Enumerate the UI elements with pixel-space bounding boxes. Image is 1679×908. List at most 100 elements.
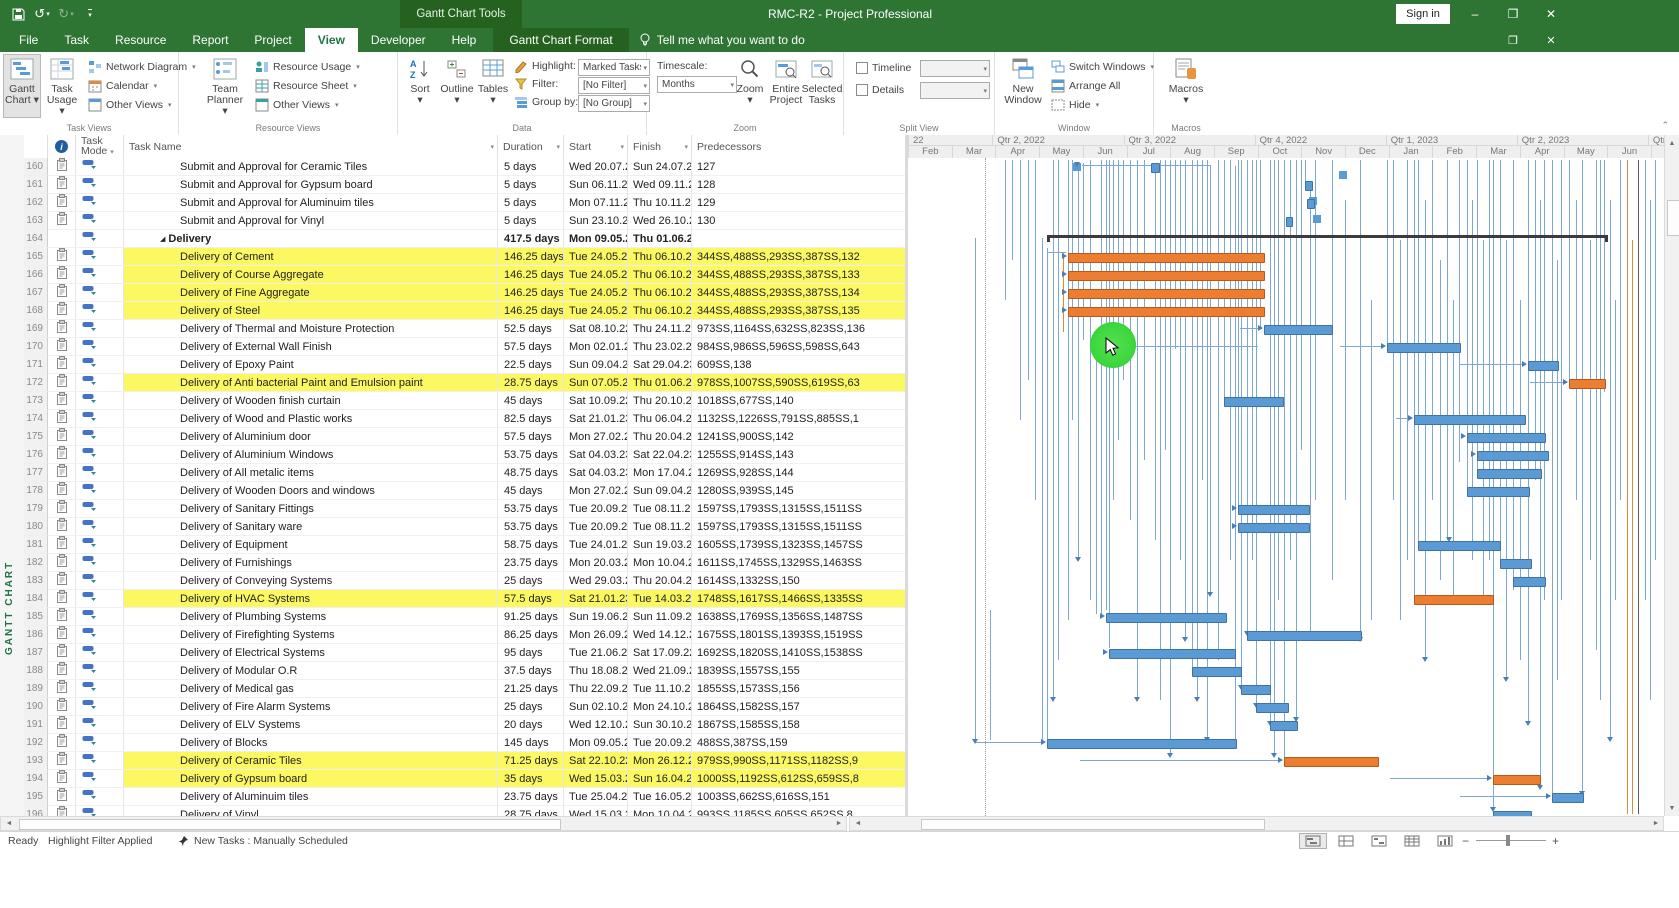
task-mode-cell[interactable] xyxy=(76,374,124,392)
start-cell[interactable]: Tue 25.04.23 xyxy=(564,788,628,806)
start-cell[interactable]: Sun 23.10.22 xyxy=(564,212,628,230)
details-checkbox[interactable]: Details xyxy=(856,82,904,98)
row-number[interactable]: 190 xyxy=(24,698,48,716)
predecessors-cell[interactable]: 1280SS,939SS,145 xyxy=(692,482,905,500)
finish-cell[interactable]: Mon 24.10.2 xyxy=(628,698,692,716)
row-number[interactable]: 178 xyxy=(24,482,48,500)
start-cell[interactable]: Sun 06.11.22 xyxy=(564,176,628,194)
task-name-cell[interactable]: Delivery of Wood and Plastic works xyxy=(124,410,498,428)
resource-usage-button[interactable]: Resource Usage▾ xyxy=(255,59,360,75)
task-name-cell[interactable]: Delivery of All metalic items xyxy=(124,464,498,482)
info-cell[interactable] xyxy=(48,644,76,662)
row-number[interactable]: 196 xyxy=(24,806,48,816)
start-cell[interactable]: Tue 20.09.22 xyxy=(564,518,628,536)
task-mode-cell[interactable] xyxy=(76,806,124,816)
duration-cell[interactable]: 146.25 days xyxy=(498,302,564,320)
start-cell[interactable]: Wed 15.03.2 xyxy=(564,806,628,816)
predecessors-cell[interactable]: 1003SS,662SS,616SS,151 xyxy=(692,788,905,806)
duration-cell[interactable]: 145 days xyxy=(498,734,564,752)
duration-cell[interactable]: 48.75 days xyxy=(498,464,564,482)
row-number[interactable]: 172 xyxy=(24,374,48,392)
task-bar[interactable] xyxy=(1477,451,1549,461)
sign-in-button[interactable]: Sign in xyxy=(1396,4,1450,24)
predecessors-cell[interactable]: 344SS,488SS,293SS,387SS,135 xyxy=(692,302,905,320)
info-cell[interactable] xyxy=(48,554,76,572)
team-planner-view-button[interactable] xyxy=(1366,834,1392,848)
info-cell[interactable] xyxy=(48,464,76,482)
task-bar[interactable] xyxy=(1047,739,1237,749)
timescale-month[interactable]: May xyxy=(1039,146,1083,158)
zoom-slider-thumb[interactable] xyxy=(1506,835,1510,846)
timescale-month[interactable]: Jan xyxy=(1389,146,1433,158)
info-cell[interactable] xyxy=(48,590,76,608)
task-name-cell[interactable]: Delivery of Wooden finish curtain xyxy=(124,392,498,410)
task-name-cell[interactable]: Delivery of Vinyl xyxy=(124,806,498,816)
finish-cell[interactable]: Thu 01.06.23 xyxy=(628,374,692,392)
row-number[interactable]: 179 xyxy=(24,500,48,518)
task-bar[interactable] xyxy=(1414,595,1494,605)
predecessors-cell[interactable]: 1638SS,1769SS,1356SS,1487SS xyxy=(692,608,905,626)
finish-cell[interactable]: Wed 09.11.2 xyxy=(628,176,692,194)
timescale-month[interactable]: May xyxy=(1564,146,1608,158)
predecessors-cell[interactable]: 1132SS,1226SS,791SS,885SS,1 xyxy=(692,410,905,428)
finish-cell[interactable]: Sat 29.04.23 xyxy=(628,356,692,374)
info-cell[interactable] xyxy=(48,734,76,752)
row-number[interactable]: 183 xyxy=(24,572,48,590)
info-cell[interactable] xyxy=(48,788,76,806)
macros-button[interactable]: Macros▾ xyxy=(1168,55,1204,117)
finish-cell[interactable]: Tue 11.10.22 xyxy=(628,680,692,698)
task-name-cell[interactable]: Delivery of Thermal and Moisture Protect… xyxy=(124,320,498,338)
task-name-cell[interactable]: Delivery of Course Aggregate xyxy=(124,266,498,284)
start-cell[interactable]: Wed 29.03.2 xyxy=(564,572,628,590)
start-cell[interactable]: Wed 12.10.2 xyxy=(564,716,628,734)
task-mode-cell[interactable] xyxy=(76,644,124,662)
duration-cell[interactable]: 45 days xyxy=(498,482,564,500)
info-cell[interactable] xyxy=(48,572,76,590)
task-mode-cell[interactable] xyxy=(76,464,124,482)
finish-cell[interactable]: Sun 11.09.22 xyxy=(628,608,692,626)
finish-cell[interactable]: Tue 08.11.22 xyxy=(628,500,692,518)
redo-button[interactable]: ↻▾ xyxy=(54,2,78,26)
gantt-vscroll-thumb[interactable] xyxy=(1667,200,1679,236)
finish-cell[interactable]: Thu 20.04.23 xyxy=(628,572,692,590)
finish-cell[interactable]: Thu 06.10.22 xyxy=(628,248,692,266)
duration-cell[interactable]: 57.5 days xyxy=(498,590,564,608)
start-cell[interactable]: Tue 21.06.22 xyxy=(564,644,628,662)
outline-button[interactable]: Outline▾ xyxy=(439,55,475,117)
task-mode-cell[interactable] xyxy=(76,194,124,212)
task-name-cell[interactable]: Submit and Approval for Ceramic Tiles xyxy=(124,158,498,176)
zoom-in-button[interactable]: + xyxy=(1552,832,1559,849)
duration-cell[interactable]: 22.5 days xyxy=(498,356,564,374)
task-name-cell[interactable]: Delivery of Fire Alarm Systems xyxy=(124,698,498,716)
timescale-month[interactable]: Mar xyxy=(1476,146,1520,158)
finish-cell[interactable]: Thu 06.10.22 xyxy=(628,302,692,320)
info-cell[interactable] xyxy=(48,284,76,302)
finish-cell[interactable]: Thu 10.11.22 xyxy=(628,194,692,212)
finish-cell[interactable]: Mon 17.04.2 xyxy=(628,464,692,482)
timescale-month[interactable]: Jun xyxy=(1607,146,1651,158)
task-name-cell[interactable]: Delivery of Steel xyxy=(124,302,498,320)
info-cell[interactable] xyxy=(48,752,76,770)
task-bar[interactable] xyxy=(1224,397,1284,407)
row-number[interactable]: 166 xyxy=(24,266,48,284)
predecessors-header[interactable]: Predecessors xyxy=(692,135,905,158)
task-mode-header[interactable]: TaskMode ▾ xyxy=(76,135,124,158)
duration-cell[interactable]: 5 days xyxy=(498,212,564,230)
task-usage-view-button[interactable] xyxy=(1333,834,1359,848)
restore-button[interactable]: ❐ xyxy=(1496,0,1530,28)
task-usage-button[interactable]: TaskUsage ▾ xyxy=(44,55,80,117)
duration-cell[interactable]: 57.5 days xyxy=(498,428,564,446)
task-name-cell[interactable]: Delivery of Plumbing Systems xyxy=(124,608,498,626)
task-name-cell[interactable]: Delivery of Ceramic Tiles xyxy=(124,752,498,770)
start-header[interactable]: Start▾ xyxy=(564,135,628,158)
start-cell[interactable]: Wed 15.03.2 xyxy=(564,770,628,788)
duration-cell[interactable]: 53.75 days xyxy=(498,518,564,536)
selected-tasks-button[interactable]: SelectedTasks xyxy=(805,55,839,117)
start-cell[interactable]: Mon 27.02.2 xyxy=(564,482,628,500)
finish-cell[interactable]: Tue 20.09.22 xyxy=(628,734,692,752)
task-bar[interactable] xyxy=(1284,757,1379,767)
duration-cell[interactable]: 23.75 days xyxy=(498,554,564,572)
start-cell[interactable]: Tue 20.09.22 xyxy=(564,500,628,518)
finish-header[interactable]: Finish▾ xyxy=(628,135,692,158)
predecessors-cell[interactable]: 1241SS,900SS,142 xyxy=(692,428,905,446)
